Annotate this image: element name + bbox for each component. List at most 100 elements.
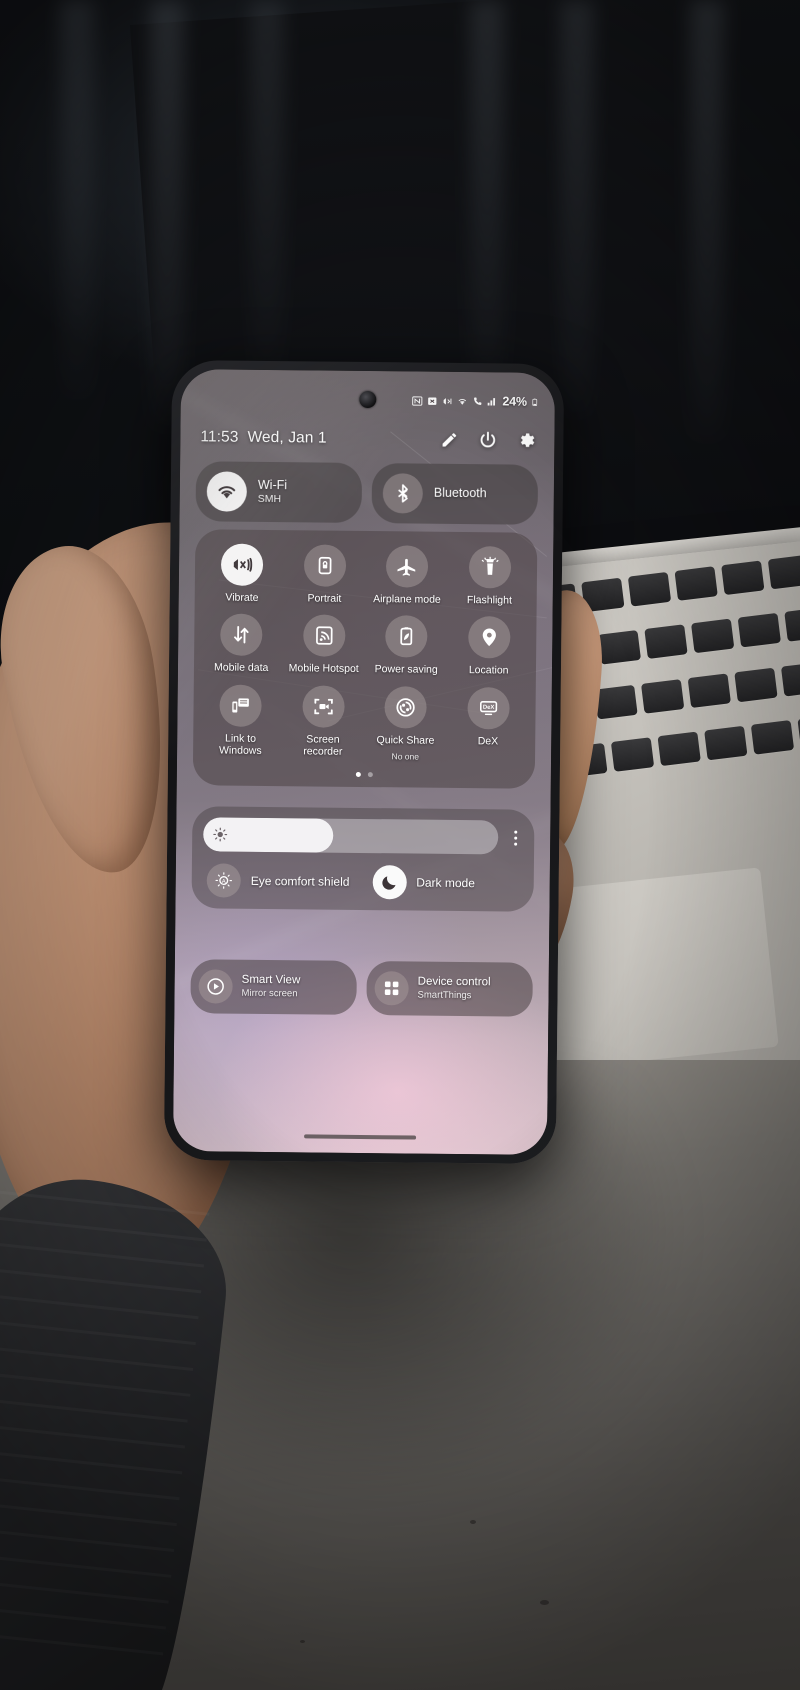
display-modes: A Eye comfort shield Dark mode [203, 863, 524, 900]
dark-mode-tile[interactable]: Dark mode [368, 865, 524, 901]
brightness-icon [213, 827, 228, 842]
flashlight-icon [468, 546, 512, 589]
brightness-card: A Eye comfort shield Dark mode [191, 806, 535, 912]
toggle-label: Screen recorder [303, 733, 343, 758]
toggle-label: Portrait [307, 592, 342, 605]
power-icon[interactable] [478, 430, 497, 449]
page-dot-1[interactable] [355, 771, 361, 777]
bluetooth-icon [382, 473, 424, 514]
toggle-location[interactable]: Location [447, 616, 530, 683]
eye-comfort-icon: A [206, 863, 241, 898]
clock-date-text: Wed, Jan 1 [247, 428, 327, 447]
toggle-label: Link to Windows [218, 732, 262, 758]
toggle-label: Mobile data [214, 661, 269, 675]
clock-time: 11:53 [200, 427, 239, 446]
bluetooth-tile[interactable]: Bluetooth [371, 463, 539, 525]
keyboard-key [627, 571, 672, 607]
keyboard-key [657, 731, 701, 767]
dex-icon: DeX [467, 686, 510, 730]
toggle-airplane-mode[interactable]: Airplane mode [366, 545, 449, 612]
keyboard-key [721, 560, 765, 596]
smart-view-card[interactable]: Smart View Mirror screen [190, 959, 357, 1015]
quick-toggles-card: Vibrate Portrait Airplane mode Flashlight Mo… [192, 529, 538, 789]
signal-icon [487, 397, 495, 406]
smart-view-icon [198, 969, 233, 1004]
gear-icon[interactable] [517, 431, 536, 450]
device-control-card[interactable]: Device control SmartThings [366, 961, 533, 1017]
toggle-quick-share[interactable]: Quick Share No one [364, 685, 447, 769]
device-control-title: Device control [417, 975, 491, 989]
front-camera [359, 390, 377, 409]
wifi-icon [206, 471, 248, 512]
keyboard-key [640, 679, 685, 714]
call-icon [473, 397, 481, 405]
toggle-power-saving[interactable]: Power saving [365, 615, 448, 682]
quick-settings-header: 11:53 Wed, Jan 1 [200, 427, 536, 450]
eye-comfort-shield-tile[interactable]: A Eye comfort shield [203, 863, 359, 899]
battery-icon [532, 398, 538, 406]
keyboard-key [784, 607, 800, 642]
toggle-label: Airplane mode [373, 593, 441, 606]
toggle-label: Flashlight [466, 594, 512, 607]
airplane-icon [386, 545, 429, 588]
device-control-icon [374, 971, 409, 1006]
eye-comfort-label: Eye comfort shield [250, 873, 350, 889]
keyboard-key [704, 725, 748, 761]
page-dot-2[interactable] [367, 771, 373, 777]
toggle-flashlight[interactable]: Flashlight [448, 546, 531, 613]
clock-date: 11:53 Wed, Jan 1 [200, 428, 326, 447]
toggle-label: Mobile Hotspot [288, 662, 359, 676]
wifi-icon [458, 398, 466, 405]
photo-scene: 24% 11:53 Wed, Jan 1 Wi-Fi SMH Bluetooth… [0, 0, 800, 1690]
toggle-label: Vibrate [225, 591, 259, 604]
keyboard-key [767, 554, 800, 590]
toggle-sublabel: No one [391, 751, 420, 762]
keyboard-key [644, 624, 688, 659]
toggle-mobile-data[interactable]: Mobile data [200, 613, 283, 681]
header-actions [440, 430, 536, 450]
toggle-label: DeX [477, 734, 499, 748]
brightness-fill [203, 817, 334, 853]
toggle-label: Location [468, 664, 509, 677]
pencil-icon[interactable] [440, 430, 458, 448]
svg-text:A: A [222, 879, 226, 885]
wifi-title: Wi-Fi [257, 477, 288, 492]
vibrate-icon [221, 543, 264, 586]
toggle-label: Power saving [374, 663, 438, 677]
screen-recorder-icon [302, 685, 345, 728]
smart-view-title: Smart View [241, 974, 301, 987]
battery-percent: 24% [502, 394, 527, 409]
keyboard-key [780, 661, 800, 697]
toggle-label: Quick Share [376, 733, 435, 747]
toggle-vibrate[interactable]: Vibrate [201, 543, 284, 610]
keyboard-key [610, 737, 655, 772]
device-control-subtitle: SmartThings [417, 989, 472, 1002]
keyboard-key [690, 618, 735, 654]
status-bar: 24% [411, 393, 539, 409]
moon-icon [372, 865, 407, 900]
keyboard-key [594, 684, 638, 720]
smartphone: 24% 11:53 Wed, Jan 1 Wi-Fi SMH Bluetooth… [163, 359, 565, 1165]
wifi-tile[interactable]: Wi-Fi SMH [195, 461, 363, 523]
kebab-menu-icon[interactable] [506, 830, 524, 846]
dark-mode-label: Dark mode [416, 875, 475, 891]
hotspot-icon [302, 614, 346, 658]
keyboard-key [750, 720, 795, 755]
vibrate-icon [443, 397, 452, 405]
toggle-screen-recorder[interactable]: Screen recorder [281, 685, 364, 768]
toggle-mobile-hotspot[interactable]: Mobile Hotspot [282, 614, 365, 682]
phone-screen: 24% 11:53 Wed, Jan 1 Wi-Fi SMH Bluetooth… [172, 369, 556, 1155]
brightness-slider[interactable] [203, 817, 499, 855]
keyboard-key [674, 566, 718, 601]
power-saving-icon [385, 615, 428, 659]
toggle-grid: Vibrate Portrait Airplane mode Flashlight Mo… [199, 543, 531, 769]
quick-share-icon [384, 685, 428, 729]
nfc-icon [411, 395, 422, 406]
toggle-portrait[interactable]: Portrait [283, 544, 366, 611]
wifi-network-name: SMH [257, 493, 282, 506]
bluetooth-title: Bluetooth [433, 485, 487, 501]
toggle-dex[interactable]: DeX DeX [446, 686, 529, 770]
toggle-link-to-windows[interactable]: Link to Windows [199, 684, 282, 767]
smart-view-subtitle: Mirror screen [241, 988, 298, 1000]
location-pin-icon [467, 616, 511, 659]
